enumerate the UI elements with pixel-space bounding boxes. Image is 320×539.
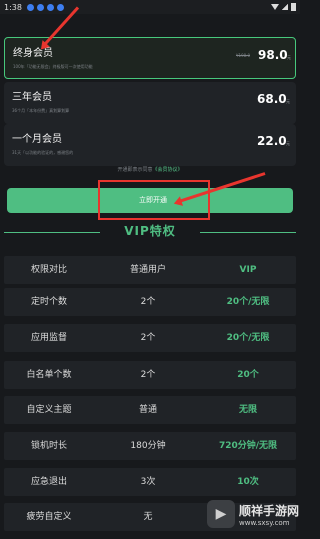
plan-card-three-year[interactable]: 三年会员 36个月「本年份费」真划算划算 68.0 元	[4, 82, 296, 124]
plan-subtitle: 100年「功能无限会」终极版可一次使用功能	[13, 64, 93, 69]
row-vip: 20个/无限	[226, 297, 270, 307]
row-feature: 应急退出	[30, 477, 67, 487]
table-row: 应急退出 3次 10次	[4, 468, 296, 496]
plan-name: 三年会员	[12, 92, 52, 103]
row-vip: 10次	[237, 477, 259, 487]
row-normal: 2个	[140, 333, 156, 343]
status-time: 1:38	[4, 2, 22, 12]
vip-section-title: VIP特权	[124, 224, 176, 238]
status-bar: 1:38	[0, 0, 300, 14]
table-row: 锁机时长 180分钟 720分钟/无限	[4, 432, 296, 460]
table-row: 定时个数 2个 20个/无限	[4, 288, 296, 316]
row-normal: 2个	[140, 370, 156, 380]
notification-icon	[36, 3, 44, 11]
signal-icon	[282, 4, 288, 10]
plan-card-one-month[interactable]: 一个月会员 31天「以功能的验证的，感谢您的 22.0 元	[4, 124, 296, 166]
plan-card-lifetime[interactable]: 终身会员 100年「功能无限会」终极版可一次使用功能 ¥198.0 98.0 元	[4, 37, 296, 79]
plan-unit: 元	[286, 141, 290, 146]
annotation-box	[98, 180, 210, 220]
notification-icon	[46, 3, 54, 11]
row-normal: 普通	[138, 405, 157, 415]
agreement-label: 开通即表示同意	[117, 167, 153, 173]
row-feature: 疲劳自定义	[26, 512, 72, 522]
agreement-text: 开通即表示同意《会员协议》	[0, 166, 300, 173]
watermark-logo-icon: ▶	[207, 500, 235, 528]
battery-icon	[291, 3, 296, 11]
divider	[4, 232, 100, 233]
row-vip: 20个/无限	[226, 333, 270, 343]
plan-subtitle: 36个月「本年份费」真划算划算	[12, 108, 70, 113]
wifi-icon	[271, 4, 279, 10]
plan-unit: 元	[287, 55, 291, 60]
agreement-link[interactable]: 《会员协议》	[153, 167, 183, 173]
header-feature: 权限对比	[30, 265, 67, 275]
notification-icon	[26, 3, 34, 11]
table-row: 白名单个数 2个 20个	[4, 361, 296, 389]
header-vip: VIP	[239, 265, 257, 275]
plan-original-price: ¥198.0	[236, 53, 250, 58]
divider	[200, 232, 296, 233]
row-feature: 自定义主题	[26, 405, 72, 415]
watermark-title: 顺祥手游网	[239, 503, 300, 518]
plan-price: 22.0	[257, 134, 287, 148]
plan-price: 68.0	[257, 92, 287, 106]
watermark-url: www.sxsy.com	[239, 518, 290, 527]
plan-name: 一个月会员	[12, 134, 62, 145]
row-vip: 20个	[237, 370, 259, 380]
row-normal: 3次	[140, 477, 156, 487]
plan-subtitle: 31天「以功能的验证的，感谢您的	[12, 150, 74, 155]
row-feature: 应用监督	[30, 333, 67, 343]
row-feature: 白名单个数	[26, 370, 72, 380]
row-vip: 无限	[238, 405, 257, 415]
row-feature: 定时个数	[30, 297, 67, 307]
row-normal: 2个	[140, 297, 156, 307]
table-row: 自定义主题 普通 无限	[4, 396, 296, 424]
watermark: ▶ 顺祥手游网 www.sxsy.com	[207, 500, 299, 528]
table-header: 权限对比 普通用户 VIP	[4, 256, 296, 284]
row-feature: 锁机时长	[30, 441, 67, 451]
row-normal: 180分钟	[130, 441, 166, 451]
row-vip: 720分钟/无限	[218, 441, 278, 451]
plan-price: 98.0	[258, 48, 288, 62]
plan-unit: 元	[286, 99, 290, 104]
table-row: 应用监督 2个 20个/无限	[4, 324, 296, 352]
notification-icon	[56, 3, 64, 11]
header-normal: 普通用户	[129, 265, 166, 275]
row-normal: 无	[143, 512, 153, 522]
